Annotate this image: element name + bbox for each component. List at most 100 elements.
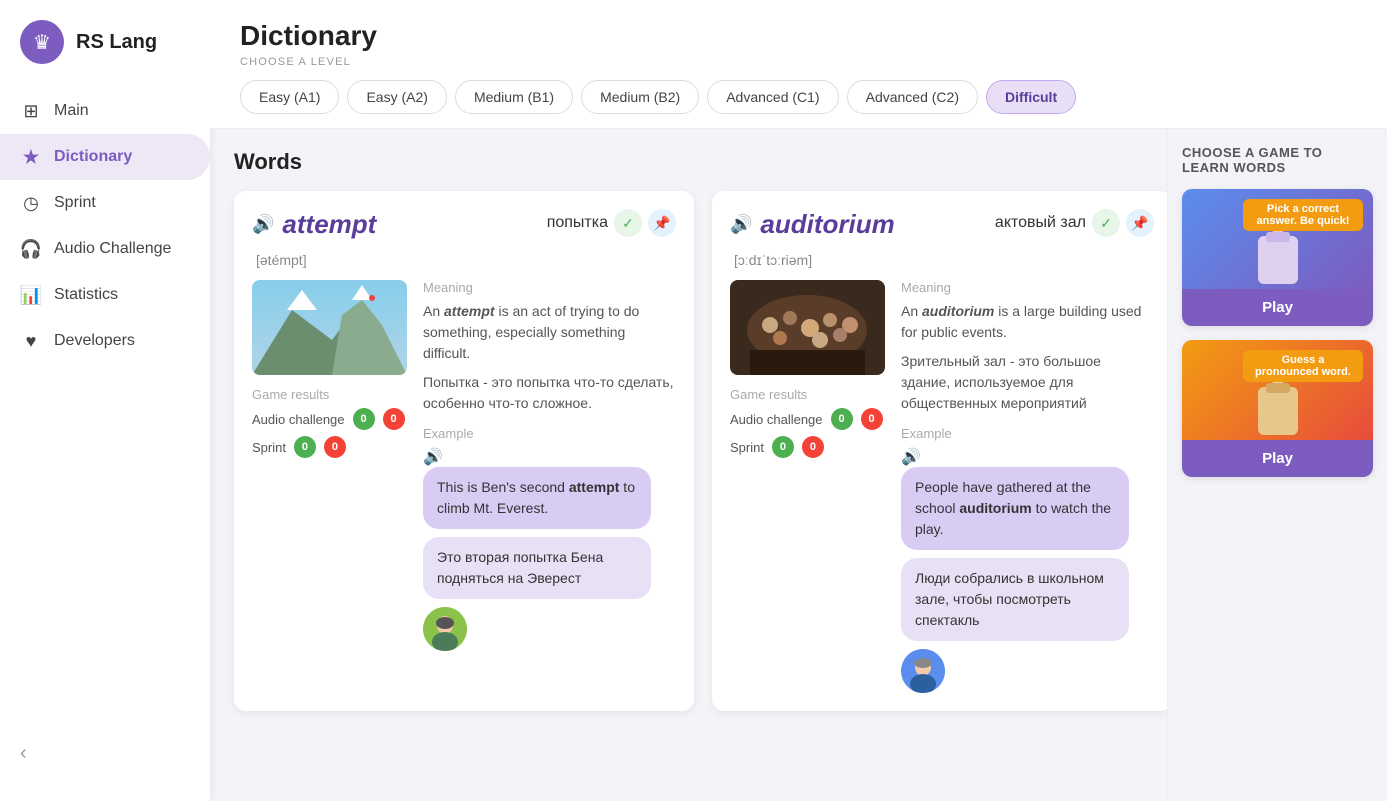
content-area: Words 🔊 attempt попытка ✓ 📌 — [210, 129, 1387, 801]
audio-correct-badge: 0 — [353, 408, 375, 430]
game-tooltip-audio: Guess a pronounced word. — [1243, 350, 1363, 382]
collapse-button[interactable]: ‹ — [0, 726, 210, 781]
example-speaker-button[interactable]: 🔊 — [423, 449, 443, 466]
sidebar-item-main[interactable]: ⊞ Main — [0, 88, 210, 134]
word-image-attempt — [252, 280, 407, 375]
audio-challenge-result: Audio challenge 0 0 — [252, 408, 407, 430]
word-image-auditorium — [730, 280, 885, 375]
avatar — [423, 607, 467, 651]
check-button-2[interactable]: ✓ — [1092, 209, 1120, 237]
example-speaker-button-2[interactable]: 🔊 — [901, 449, 921, 466]
audio-wrong-badge-2: 0 — [861, 408, 883, 430]
level-tab-difficult[interactable]: Difficult — [986, 80, 1076, 114]
words-title: Words — [234, 149, 1143, 175]
example-label-2: Example — [901, 426, 1154, 441]
example-bubble-ru-2: Люди собрались в школьном зале, чтобы по… — [901, 558, 1129, 641]
level-tab-b2[interactable]: Medium (B2) — [581, 80, 699, 114]
left-col: Game results Audio challenge 0 0 Sprint … — [252, 280, 407, 651]
audio-challenge-result-label-2: Audio challenge — [730, 412, 823, 427]
pin-button[interactable]: 📌 — [648, 209, 676, 237]
word-meta: попытка ✓ 📌 — [539, 209, 676, 237]
transcription-2: [ɔːdɪˈtɔːriəm] — [734, 252, 1154, 268]
two-col-2: Game results Audio challenge 0 0 Sprint … — [730, 280, 1154, 693]
level-tab-c2[interactable]: Advanced (C2) — [847, 80, 978, 114]
right-col: Meaning An attempt is an act of trying t… — [423, 280, 676, 651]
word-card-attempt: 🔊 attempt попытка ✓ 📌 [ətémpt] — [234, 191, 694, 711]
sprint-correct-badge-2: 0 — [772, 436, 794, 458]
sidebar-item-label: Main — [54, 102, 89, 120]
sidebar-item-audio-challenge[interactable]: 🎧 Audio Challenge — [0, 226, 210, 272]
word-name-2: auditorium — [760, 209, 894, 240]
left-col-2: Game results Audio challenge 0 0 Sprint … — [730, 280, 885, 693]
headphone-icon: 🎧 — [20, 238, 42, 260]
right-col-2: Meaning An auditorium is a large buildin… — [901, 280, 1154, 693]
example-bubble-ru: Это вторая попытка Бена подняться на Эве… — [423, 537, 651, 599]
audio-challenge-result-label: Audio challenge — [252, 412, 345, 427]
word-translation-2: актовый зал — [995, 214, 1086, 232]
level-tab-a2[interactable]: Easy (A2) — [347, 80, 446, 114]
word-meta-2: актовый зал ✓ 📌 — [987, 209, 1154, 237]
check-button[interactable]: ✓ — [614, 209, 642, 237]
sidebar-item-dictionary[interactable]: ★ Dictionary — [0, 134, 210, 180]
speaker-button-2[interactable]: 🔊 — [730, 214, 752, 235]
level-tab-b1[interactable]: Medium (B1) — [455, 80, 573, 114]
level-label: CHOOSE A LEVEL — [240, 56, 1357, 68]
word-card-auditorium: 🔊 auditorium актовый зал ✓ 📌 [ɔːdɪˈtɔːri… — [712, 191, 1167, 711]
crown-icon: ♛ — [33, 30, 51, 55]
sidebar-item-sprint[interactable]: ◷ Sprint — [0, 180, 210, 226]
word-title-area-2: 🔊 auditorium — [730, 209, 895, 240]
meaning-label-2: Meaning — [901, 280, 1154, 295]
chart-icon: 📊 — [20, 284, 42, 306]
game-card-sprint[interactable]: Pick a correct answer. Be quick! Play — [1182, 189, 1373, 326]
right-panel: CHOOSE A GAME TO LEARN WORDS Pick a corr… — [1167, 129, 1387, 801]
transcription: [ətémpt] — [256, 252, 676, 268]
audio-correct-badge-2: 0 — [831, 408, 853, 430]
game-results-label: Game results — [252, 387, 407, 402]
sidebar-item-label: Dictionary — [54, 148, 132, 166]
example-bubble-en-2: People have gathered at the school audit… — [901, 467, 1129, 550]
game-panel-title: CHOOSE A GAME TO LEARN WORDS — [1182, 145, 1373, 175]
sprint-result: Sprint 0 0 — [252, 436, 407, 458]
level-tab-a1[interactable]: Easy (A1) — [240, 80, 339, 114]
game-play-button-audio[interactable]: Play — [1182, 440, 1373, 477]
clock-icon: ◷ — [20, 192, 42, 214]
logo-icon: ♛ — [20, 20, 64, 64]
sidebar-item-label: Sprint — [54, 194, 96, 212]
meaning-ru: Попытка - это попытка что-то сделать, ос… — [423, 372, 676, 414]
heart-icon: ♥ — [20, 330, 42, 352]
game-card-audio[interactable]: Guess a pronounced word. Play — [1182, 340, 1373, 477]
sprint-wrong-badge: 0 — [324, 436, 346, 458]
example-bubble-en: This is Ben's second attempt to climb Mt… — [423, 467, 651, 529]
cards-grid: 🔊 attempt попытка ✓ 📌 [ətémpt] — [234, 191, 1143, 711]
words-section: Words 🔊 attempt попытка ✓ 📌 — [210, 129, 1167, 801]
example-label: Example — [423, 426, 676, 441]
sprint-result-label-2: Sprint — [730, 440, 764, 455]
audio-challenge-result-2: Audio challenge 0 0 — [730, 408, 885, 430]
word-name: attempt — [282, 209, 376, 240]
page-title: Dictionary — [240, 20, 1357, 52]
sprint-result-2: Sprint 0 0 — [730, 436, 885, 458]
sidebar-item-statistics[interactable]: 📊 Statistics — [0, 272, 210, 318]
main-area: Dictionary CHOOSE A LEVEL Easy (A1) Easy… — [210, 0, 1387, 801]
meaning-en: An attempt is an act of trying to do som… — [423, 301, 676, 364]
logo-area: ♛ RS Lang — [0, 20, 210, 88]
avatar-2 — [901, 649, 945, 693]
speaker-button[interactable]: 🔊 — [252, 214, 274, 235]
sidebar-item-label: Audio Challenge — [54, 240, 171, 258]
game-card-img-audio: Guess a pronounced word. — [1182, 340, 1373, 440]
meaning-ru-2: Зрительный зал - это большое здание, исп… — [901, 351, 1154, 414]
sprint-correct-badge: 0 — [294, 436, 316, 458]
header-area: Dictionary CHOOSE A LEVEL Easy (A1) Easy… — [210, 0, 1387, 129]
word-title-area: 🔊 attempt — [252, 209, 376, 240]
app-name: RS Lang — [76, 31, 157, 54]
game-play-button-sprint[interactable]: Play — [1182, 289, 1373, 326]
card-header-2: 🔊 auditorium актовый зал ✓ 📌 — [730, 209, 1154, 240]
sprint-wrong-badge-2: 0 — [802, 436, 824, 458]
game-results-label-2: Game results — [730, 387, 885, 402]
meaning-en-2: An auditorium is a large building used f… — [901, 301, 1154, 343]
sidebar-item-developers[interactable]: ♥ Developers — [0, 318, 210, 364]
audio-wrong-badge: 0 — [383, 408, 405, 430]
game-results: Game results Audio challenge 0 0 Sprint … — [252, 387, 407, 458]
level-tab-c1[interactable]: Advanced (C1) — [707, 80, 838, 114]
pin-button-2[interactable]: 📌 — [1126, 209, 1154, 237]
